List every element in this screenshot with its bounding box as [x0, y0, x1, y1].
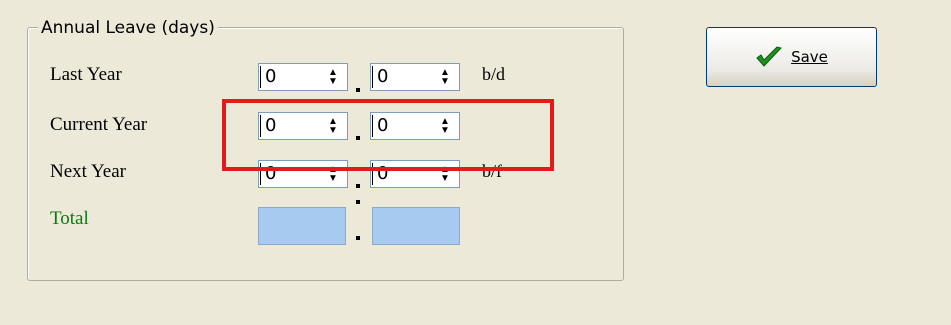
highlight-box — [222, 99, 554, 171]
next-year-label: Next Year — [50, 161, 126, 182]
last-year-half-spinner[interactable]: 0 ▲ ▼ — [370, 63, 460, 91]
last-year-label: Last Year — [50, 64, 122, 85]
green-checkmark-icon — [756, 46, 783, 67]
save-button[interactable]: Save — [706, 27, 877, 87]
updown-arrows-icon[interactable]: ▲ ▼ — [323, 64, 343, 90]
decimal-separator — [356, 200, 360, 204]
updown-arrows-icon[interactable]: ▲ ▼ — [435, 64, 455, 90]
total-half-field — [372, 207, 460, 245]
save-button-label: Save — [791, 48, 828, 66]
current-year-label: Current Year — [50, 114, 148, 135]
last-year-unit: b/d — [482, 64, 506, 84]
last-year-days-spinner[interactable]: 0 ▲ ▼ — [258, 63, 348, 91]
last-year-half-value[interactable]: 0 — [372, 66, 435, 88]
decimal-separator — [356, 236, 360, 240]
total-days-field — [258, 207, 346, 245]
annual-leave-group-title: Annual Leave (days) — [38, 18, 218, 38]
last-year-days-value[interactable]: 0 — [260, 66, 323, 88]
decimal-separator — [356, 184, 360, 188]
total-label: Total — [50, 208, 89, 229]
decimal-separator — [356, 88, 360, 92]
